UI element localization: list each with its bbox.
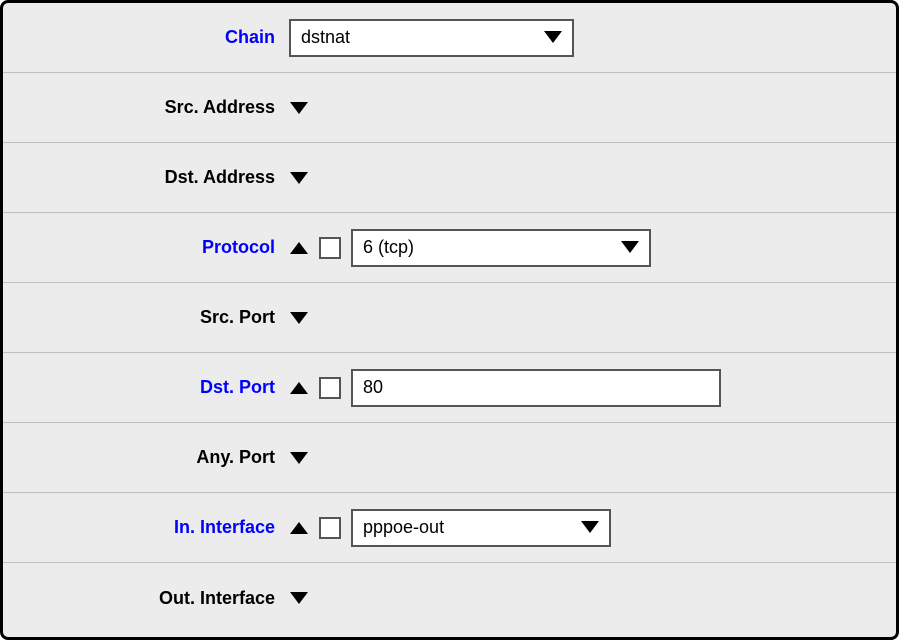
src-address-toggle[interactable] — [289, 98, 309, 118]
row-dst-address: Dst. Address — [3, 143, 896, 213]
src-port-toggle[interactable] — [289, 308, 309, 328]
chevron-down-icon — [581, 517, 599, 538]
label-dst-port: Dst. Port — [3, 377, 283, 398]
controls-protocol: 6 (tcp) — [283, 229, 651, 267]
controls-any-port — [283, 448, 309, 468]
chevron-down-icon — [544, 27, 562, 48]
label-any-port: Any. Port — [3, 447, 283, 468]
chevron-down-icon — [290, 592, 308, 604]
dst-port-input[interactable]: 80 — [351, 369, 721, 407]
chevron-down-icon — [621, 237, 639, 258]
controls-dst-address — [283, 168, 309, 188]
controls-chain: dstnat — [283, 19, 574, 57]
row-src-port: Src. Port — [3, 283, 896, 353]
controls-src-port — [283, 308, 309, 328]
chevron-up-icon — [290, 242, 308, 254]
in-interface-select[interactable]: pppoe-out — [351, 509, 611, 547]
row-src-address: Src. Address — [3, 73, 896, 143]
protocol-invert-checkbox[interactable] — [319, 237, 341, 259]
chevron-down-icon — [290, 312, 308, 324]
protocol-toggle[interactable] — [289, 238, 309, 258]
in-interface-select-value: pppoe-out — [363, 517, 444, 538]
label-protocol: Protocol — [3, 237, 283, 258]
controls-out-interface — [283, 588, 309, 608]
out-interface-toggle[interactable] — [289, 588, 309, 608]
dst-port-invert-checkbox[interactable] — [319, 377, 341, 399]
protocol-select-value: 6 (tcp) — [363, 237, 414, 258]
protocol-select[interactable]: 6 (tcp) — [351, 229, 651, 267]
chain-select-value: dstnat — [301, 27, 350, 48]
row-protocol: Protocol 6 (tcp) — [3, 213, 896, 283]
label-out-interface: Out. Interface — [3, 588, 283, 609]
label-in-interface: In. Interface — [3, 517, 283, 538]
row-in-interface: In. Interface pppoe-out — [3, 493, 896, 563]
nat-rule-panel: Chain dstnat Src. Address Dst. Address P… — [0, 0, 899, 640]
label-src-address: Src. Address — [3, 97, 283, 118]
chevron-down-icon — [290, 172, 308, 184]
row-chain: Chain dstnat — [3, 3, 896, 73]
in-interface-toggle[interactable] — [289, 518, 309, 538]
controls-src-address — [283, 98, 309, 118]
dst-address-toggle[interactable] — [289, 168, 309, 188]
chain-select[interactable]: dstnat — [289, 19, 574, 57]
in-interface-invert-checkbox[interactable] — [319, 517, 341, 539]
any-port-toggle[interactable] — [289, 448, 309, 468]
label-chain: Chain — [3, 27, 283, 48]
label-dst-address: Dst. Address — [3, 167, 283, 188]
row-dst-port: Dst. Port 80 — [3, 353, 896, 423]
row-any-port: Any. Port — [3, 423, 896, 493]
dst-port-value: 80 — [363, 377, 383, 398]
chevron-up-icon — [290, 382, 308, 394]
chevron-down-icon — [290, 452, 308, 464]
label-src-port: Src. Port — [3, 307, 283, 328]
controls-dst-port: 80 — [283, 369, 721, 407]
row-out-interface: Out. Interface — [3, 563, 896, 633]
chevron-down-icon — [290, 102, 308, 114]
dst-port-toggle[interactable] — [289, 378, 309, 398]
controls-in-interface: pppoe-out — [283, 509, 611, 547]
chevron-up-icon — [290, 522, 308, 534]
